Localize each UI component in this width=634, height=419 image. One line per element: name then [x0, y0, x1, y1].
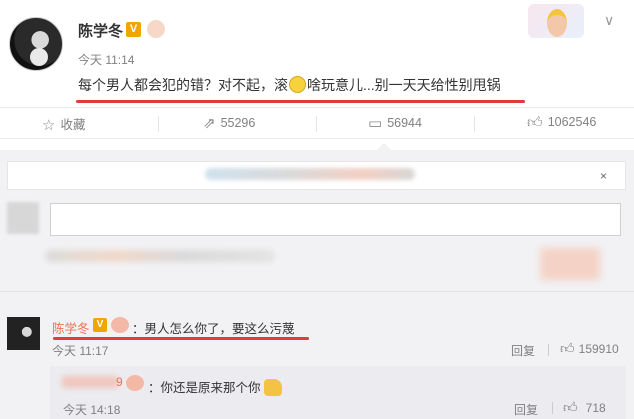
divider — [548, 344, 549, 356]
sub-reply-time: 今天 14:18 — [63, 403, 121, 417]
post-time[interactable]: 今天 11:14 — [78, 51, 134, 68]
highlight-underline — [53, 337, 309, 340]
post-text-part2: 啥玩意儿...别一天天给性别甩锅 — [307, 77, 501, 93]
thumbs-up-icon: 👍︎ — [563, 399, 578, 415]
thumbs-up-icon: 👍︎ — [560, 340, 575, 356]
smile-emoji-icon — [289, 76, 306, 93]
sub-reply-author[interactable]: 9 — [116, 375, 123, 389]
blurred-notice-text — [205, 168, 415, 180]
highlight-underline — [76, 100, 525, 103]
comment-time: 今天 11:17 — [52, 344, 109, 358]
blurred-toolbar — [45, 250, 275, 262]
vip-icon — [126, 375, 144, 391]
post-text-part1: 每个男人都会犯的错？对不起，滚 — [78, 77, 288, 93]
author-avatar[interactable] — [9, 17, 63, 71]
sub-reply-text-wrap: ：你还是原来那个你 — [148, 377, 282, 396]
vip-icon — [147, 20, 165, 38]
divider — [158, 116, 159, 132]
like-count: 1062546 — [547, 115, 597, 129]
avatar-sticker — [528, 4, 584, 38]
comment-like-button[interactable]: 👍︎ 159910 — [560, 340, 619, 357]
repost-count: 55296 — [220, 116, 256, 130]
blurred-username — [62, 376, 118, 388]
sub-reply-like-count: 718 — [585, 401, 606, 415]
sub-reply-text: ：你还是原来那个你 — [148, 381, 261, 395]
vip-icon — [111, 317, 129, 333]
divider — [316, 116, 317, 132]
reply-button[interactable]: 回复 — [514, 401, 538, 418]
comment-button[interactable]: ▭ 56944 — [368, 114, 422, 132]
comment-icon: ▭ — [368, 115, 383, 132]
divider — [474, 116, 475, 132]
favorite-label: 收藏 — [60, 118, 86, 132]
blurred-submit-button[interactable] — [540, 248, 600, 280]
sub-reply-like-button[interactable]: 👍︎ 718 — [563, 399, 606, 416]
divider — [0, 291, 634, 292]
like-button[interactable]: 👍︎ 1062546 — [527, 114, 596, 132]
comment-text: ：男人怎么你了，要这么污蔑 — [132, 322, 295, 336]
share-icon: ⇗ — [203, 115, 216, 132]
thumbs-up-icon: 👍︎ — [527, 114, 543, 131]
close-icon[interactable]: × — [600, 169, 607, 183]
comment-caret — [377, 143, 391, 150]
sub-reply-box — [50, 366, 626, 419]
more-menu-icon[interactable]: ∨ — [604, 12, 614, 29]
comment-count: 56944 — [387, 116, 422, 130]
comment-input[interactable] — [50, 203, 621, 236]
reply-button[interactable]: 回复 — [511, 342, 535, 359]
verified-badge-icon: V — [93, 318, 107, 332]
thumbs-up-emoji-icon — [263, 379, 282, 396]
favorite-button[interactable]: ☆ 收藏 — [42, 114, 85, 134]
comment-avatar[interactable] — [7, 317, 40, 350]
comment-like-count: 159910 — [578, 342, 619, 356]
verified-badge-icon: V — [126, 22, 141, 37]
repost-button[interactable]: ⇗ 55296 — [203, 114, 255, 132]
divider — [552, 402, 553, 414]
post-text: 每个男人都会犯的错？对不起，滚 啥玩意儿...别一天天给性别甩锅 — [78, 75, 501, 95]
author-name[interactable]: 陈学冬 — [78, 20, 123, 41]
comment-author[interactable]: 陈学冬 — [52, 318, 90, 337]
star-icon: ☆ — [42, 117, 56, 134]
action-bar: ☆ 收藏 ⇗ 55296 ▭ 56944 👍︎ 1062546 — [0, 107, 634, 139]
my-avatar — [7, 202, 39, 234]
